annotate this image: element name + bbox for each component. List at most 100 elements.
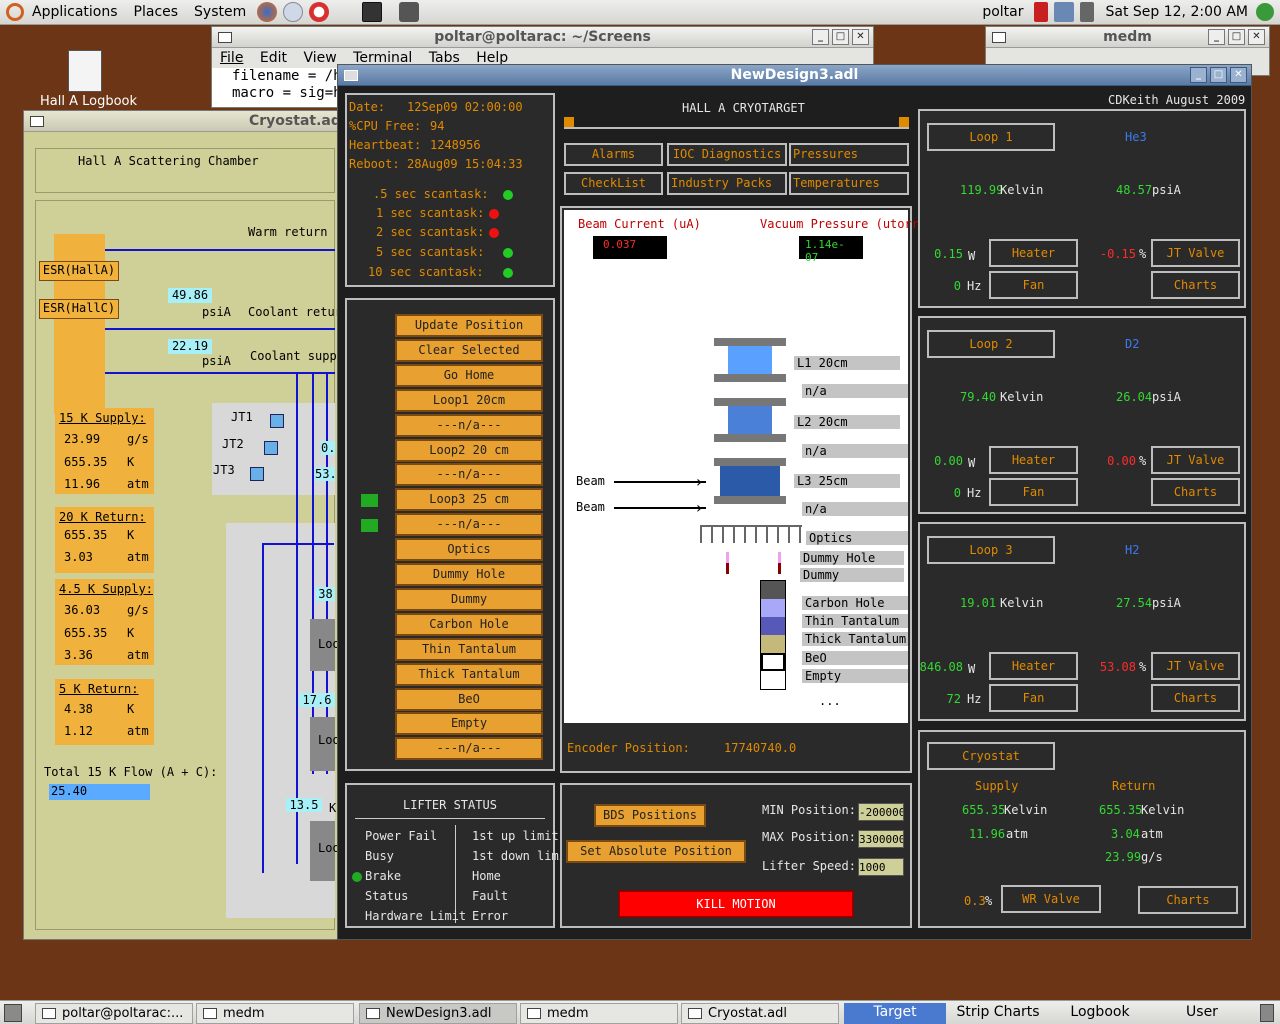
target-button[interactable]: Dummy — [395, 587, 543, 611]
places-menu[interactable]: Places — [126, 4, 187, 20]
task-newdesign[interactable]: NewDesign3.adl — [359, 1003, 517, 1024]
volume-icon[interactable] — [1080, 2, 1095, 22]
loop-button[interactable]: Loop 3 — [927, 536, 1055, 564]
user-name[interactable]: poltar — [974, 4, 1031, 20]
task-medm[interactable]: medm — [520, 1003, 678, 1024]
set-absolute-position-button[interactable]: Set Absolute Position — [566, 840, 746, 863]
minimize-button[interactable]: _ — [1208, 29, 1225, 45]
cryostat-button[interactable]: Cryostat — [927, 742, 1055, 770]
target-button[interactable]: Empty — [395, 712, 543, 736]
nav-checklist[interactable]: CheckList — [564, 172, 663, 195]
bds-positions-button[interactable]: BDS Positions — [594, 804, 706, 827]
target-button[interactable]: Carbon Hole — [395, 612, 543, 636]
jt2-button[interactable] — [264, 441, 278, 455]
maximize-button[interactable]: □ — [1210, 67, 1227, 83]
target-button[interactable]: Clear Selected Record — [395, 338, 543, 376]
heater-button[interactable]: Heater — [989, 652, 1078, 680]
minimize-button[interactable]: _ — [812, 29, 829, 45]
system-menu[interactable]: System — [186, 4, 254, 20]
screenshot-icon[interactable] — [399, 2, 420, 22]
loop-charts-button[interactable]: Charts — [1151, 478, 1240, 506]
menu-view[interactable]: View — [303, 50, 336, 66]
loop-button[interactable]: Loop 1 — [927, 123, 1055, 151]
kill-motion-button[interactable]: KILL MOTION — [618, 890, 854, 918]
target-button[interactable]: Dummy Hole — [395, 563, 543, 586]
loop-button[interactable]: Loop 2 — [927, 330, 1055, 358]
target-button[interactable]: ---n/a--- — [395, 463, 543, 487]
task-medm[interactable]: medm — [196, 1003, 354, 1024]
cryostat-titlebar[interactable]: Cryostat.adl — [24, 111, 346, 132]
task-terminal[interactable]: poltar@poltarac:... — [35, 1003, 193, 1024]
nav-alarms[interactable]: Alarms — [564, 143, 663, 166]
window-menu-icon[interactable] — [344, 70, 358, 81]
mail-icon[interactable] — [283, 2, 304, 22]
network-icon[interactable] — [1054, 2, 1075, 22]
newdesign-titlebar[interactable]: NewDesign3.adl _ □ ✕ — [338, 65, 1251, 86]
close-button[interactable]: ✕ — [852, 29, 869, 45]
min-position-input[interactable] — [858, 803, 904, 821]
esr-hallc-button[interactable]: ESR(HallC) — [39, 299, 119, 319]
loop-charts-button[interactable]: Charts — [1151, 684, 1240, 712]
window-menu-icon[interactable] — [218, 32, 232, 43]
workspace-strip-charts[interactable]: Strip Charts — [948, 1003, 1048, 1024]
lifter-speed-input[interactable] — [858, 858, 904, 876]
task-cryostat[interactable]: Cryostat.adl — [681, 1003, 839, 1024]
target-button[interactable]: Thin Tantalum — [395, 637, 543, 661]
jt-valve-button[interactable]: JT Valve — [1151, 446, 1240, 474]
heater-button[interactable]: Heater — [989, 239, 1078, 267]
jt-valve-button[interactable]: JT Valve — [1151, 652, 1240, 680]
workspace-target-interface[interactable]: Target Interface — [844, 1003, 946, 1024]
nav-ioc-diagnostics[interactable]: IOC Diagnostics — [667, 143, 787, 166]
window-menu-icon[interactable] — [992, 32, 1006, 43]
maximize-button[interactable]: □ — [1228, 29, 1245, 45]
trash-icon[interactable] — [1260, 1004, 1274, 1022]
medm-titlebar[interactable]: medm _ □ ✕ — [986, 27, 1269, 48]
max-position-input[interactable] — [858, 830, 904, 848]
ubuntu-logo-icon[interactable] — [6, 3, 24, 21]
maximize-button[interactable]: □ — [832, 29, 849, 45]
terminal-icon[interactable] — [362, 2, 383, 22]
target-button[interactable]: ---n/a--- — [395, 737, 543, 761]
fan-button[interactable]: Fan — [989, 271, 1078, 299]
wr-valve-button[interactable]: WR Valve — [1001, 885, 1101, 913]
jt-valve-button[interactable]: JT Valve — [1151, 239, 1240, 267]
firefox-icon[interactable] — [257, 2, 278, 22]
target-button[interactable]: Loop1 20cm — [395, 388, 543, 412]
minimize-button[interactable]: _ — [1190, 67, 1207, 83]
target-button[interactable]: BeO — [395, 687, 543, 711]
close-button[interactable]: ✕ — [1230, 67, 1247, 83]
clock[interactable]: Sat Sep 12, 2:00 AM — [1097, 4, 1256, 20]
update-icon[interactable] — [1034, 2, 1049, 22]
nav-pressures[interactable]: Pressures — [789, 143, 909, 166]
menu-edit[interactable]: Edit — [260, 50, 287, 66]
logbook-desktop-icon[interactable]: Hall A Logbook — [40, 48, 140, 109]
logout-icon[interactable] — [1256, 3, 1274, 21]
close-button[interactable]: ✕ — [1248, 29, 1265, 45]
target-button[interactable]: Loop2 20 cm — [395, 438, 543, 462]
applications-menu[interactable]: Applications — [24, 4, 126, 20]
show-desktop-icon[interactable] — [4, 1004, 22, 1022]
nav-industry-packs[interactable]: Industry Packs — [667, 172, 787, 195]
help-icon[interactable] — [309, 2, 330, 22]
target-button[interactable]: Thick Tantalum — [395, 662, 543, 686]
fan-button[interactable]: Fan — [989, 684, 1078, 712]
target-button[interactable]: Loop3 25 cm — [395, 488, 543, 512]
target-button[interactable]: Optics — [395, 538, 543, 562]
target-button[interactable]: Go Home — [395, 363, 543, 387]
window-menu-icon[interactable] — [30, 116, 44, 127]
target-button[interactable]: Update Position — [395, 314, 543, 337]
loop-charts-button[interactable]: Charts — [1151, 271, 1240, 299]
nav-temperatures[interactable]: Temperatures — [789, 172, 909, 195]
jt3-button[interactable] — [250, 467, 264, 481]
menu-file[interactable]: File — [220, 50, 243, 66]
heater-button[interactable]: Heater — [989, 446, 1078, 474]
terminal-titlebar[interactable]: poltar@poltarac: ~/Screens _ □ ✕ — [212, 27, 873, 48]
esr-halla-button[interactable]: ESR(HallA) — [39, 261, 119, 281]
workspace-logbook[interactable]: Logbook — [1050, 1003, 1150, 1024]
jt1-button[interactable] — [270, 414, 284, 428]
cryo-charts-button[interactable]: Charts — [1138, 886, 1238, 914]
target-button[interactable]: ---n/a--- — [395, 513, 543, 537]
workspace-user[interactable]: User — [1152, 1003, 1252, 1024]
target-button[interactable]: ---n/a--- — [395, 413, 543, 437]
fan-button[interactable]: Fan — [989, 478, 1078, 506]
